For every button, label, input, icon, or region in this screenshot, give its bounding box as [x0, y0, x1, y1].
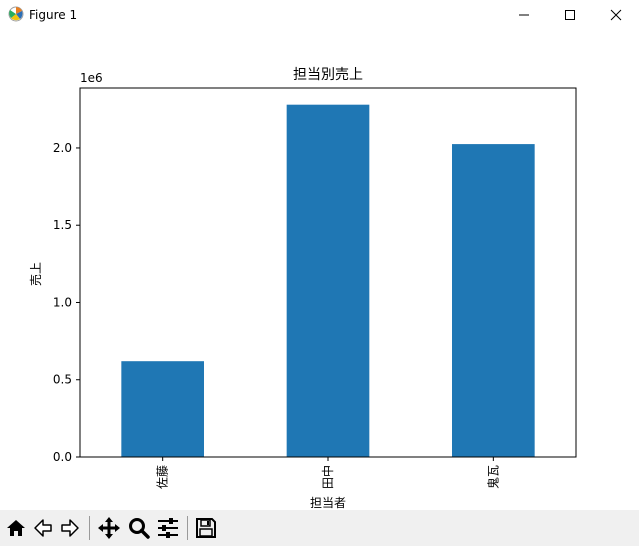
x-axis: 佐藤 田中 鬼瓦	[156, 457, 500, 489]
y-axis: 0.0 0.5 1.0 1.5 2.0	[53, 141, 80, 464]
bar-0	[121, 361, 204, 457]
figure-canvas: 担当別売上 1e6 0.0 0.5 1.0 1.5 2.0 佐藤 田中 鬼瓦 売上 担当者	[28, 67, 577, 510]
y-tick-label: 1.5	[53, 218, 72, 232]
navigation-toolbar	[0, 510, 639, 546]
bars-group	[121, 104, 535, 457]
home-icon	[7, 520, 25, 536]
y-tick-label: 0.0	[53, 450, 72, 464]
bar-1	[286, 104, 370, 457]
zoom-magnifier-icon	[129, 518, 150, 539]
toolbar-separator	[187, 516, 188, 540]
forward-button[interactable]	[57, 515, 83, 541]
x-tick-label: 鬼瓦	[485, 465, 500, 489]
y-tick-label: 0.5	[53, 373, 72, 387]
y-axis-label: 売上	[28, 262, 43, 286]
close-button[interactable]	[593, 0, 639, 30]
y-axis-offset-text: 1e6	[80, 71, 103, 85]
pan-move-icon	[98, 517, 120, 539]
back-arrow-icon	[34, 519, 52, 537]
window-titlebar: Figure 1	[0, 0, 639, 30]
bar-2	[452, 144, 535, 457]
x-axis-label: 担当者	[310, 496, 346, 510]
close-icon	[610, 9, 622, 21]
back-button[interactable]	[30, 515, 56, 541]
configure-subplots-icon	[158, 518, 178, 538]
x-tick-label: 田中	[320, 465, 335, 489]
configure-subplots-button[interactable]	[155, 515, 181, 541]
matplotlib-app-icon	[8, 6, 24, 22]
y-tick-label: 2.0	[53, 141, 72, 155]
home-button[interactable]	[3, 515, 29, 541]
y-tick-label: 1.0	[53, 295, 72, 309]
chart-title: 担当別売上	[293, 67, 363, 83]
zoom-button[interactable]	[126, 515, 152, 541]
pan-button[interactable]	[96, 515, 122, 541]
maximize-button[interactable]	[547, 0, 593, 30]
forward-arrow-icon	[61, 519, 79, 537]
x-tick-label: 佐藤	[156, 465, 170, 489]
window-title: Figure 1	[29, 8, 78, 22]
minimize-button[interactable]	[501, 0, 547, 30]
save-button[interactable]	[193, 515, 219, 541]
minimize-icon	[519, 14, 529, 16]
save-disk-icon	[196, 518, 216, 538]
toolbar-separator	[89, 516, 90, 540]
maximize-icon	[565, 10, 575, 20]
